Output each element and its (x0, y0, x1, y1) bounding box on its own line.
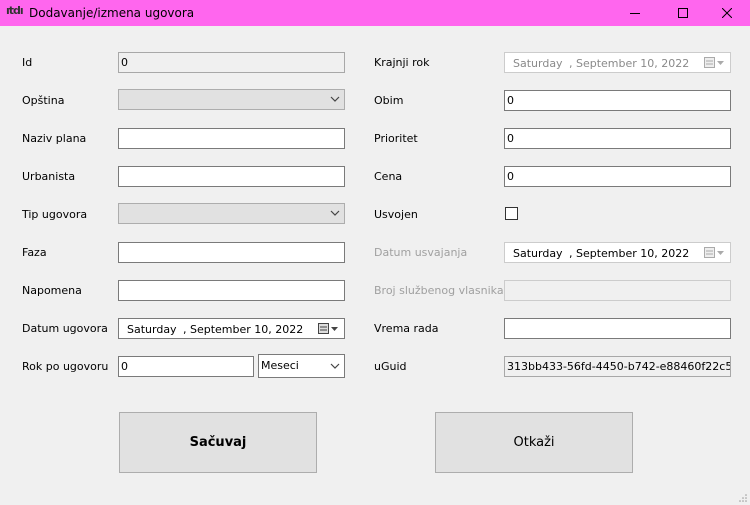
resize-grip-icon[interactable] (738, 493, 748, 503)
naziv-plana-label: Naziv plana (22, 132, 87, 145)
broj-sluzbenog-vlasnika-field[interactable] (504, 280, 731, 301)
calendar-dropdown-icon (704, 57, 724, 68)
rok-po-ugovoru-label: Rok po ugovoru (22, 360, 109, 373)
id-label: Id (22, 56, 33, 69)
datum-ugovora-picker[interactable]: Saturday , September 10, 2022 (118, 318, 345, 339)
calendar-dropdown-icon (318, 323, 338, 334)
chevron-down-icon (330, 96, 340, 102)
datum-usvajanja-picker[interactable]: Saturday , September 10, 2022 (504, 242, 731, 263)
app-icon: ıtdı (6, 4, 24, 17)
opstina-label: Opština (22, 94, 65, 107)
save-button[interactable]: Sačuvaj (119, 412, 317, 473)
rok-po-ugovoru-field[interactable]: 0 (118, 356, 254, 377)
uguid-label: uGuid (374, 360, 407, 373)
naziv-plana-field[interactable] (118, 128, 345, 149)
maximize-button[interactable] (660, 0, 706, 26)
calendar-dropdown-icon (704, 247, 724, 258)
usvojen-label: Usvojen (374, 208, 418, 221)
tip-ugovora-combo[interactable] (118, 203, 345, 224)
window-title: Dodavanje/izmena ugovora (29, 6, 195, 20)
vrema-rada-label: Vrema rada (374, 322, 439, 335)
obim-label: Obim (374, 94, 404, 107)
obim-field[interactable]: 0 (504, 90, 731, 111)
rok-unit-select[interactable]: Meseci (258, 354, 345, 378)
datum-ugovora-date: , September 10, 2022 (183, 323, 304, 336)
prioritet-field[interactable]: 0 (504, 128, 731, 149)
faza-label: Faza (22, 246, 47, 259)
napomena-label: Napomena (22, 284, 82, 297)
minimize-icon (630, 13, 640, 14)
krajnji-rok-label: Krajnji rok (374, 56, 430, 69)
usvojen-checkbox[interactable] (505, 207, 518, 220)
urbanista-label: Urbanista (22, 170, 76, 183)
datum-ugovora-label: Datum ugovora (22, 322, 108, 335)
krajnji-rok-date: , September 10, 2022 (569, 57, 690, 70)
tip-ugovora-label: Tip ugovora (22, 208, 88, 221)
cancel-button[interactable]: Otkaži (435, 412, 633, 473)
vrema-rada-field[interactable] (504, 318, 731, 339)
opstina-combo[interactable] (118, 89, 345, 110)
close-icon (722, 8, 732, 18)
title-bar: ıtdı Dodavanje/izmena ugovora (0, 0, 750, 26)
id-field[interactable]: 0 (118, 52, 345, 73)
prioritet-label: Prioritet (374, 132, 418, 145)
chevron-down-icon (330, 210, 340, 216)
datum-ugovora-day: Saturday (127, 323, 177, 336)
close-button[interactable] (704, 0, 750, 26)
cena-label: Cena (374, 170, 403, 183)
krajnji-rok-picker[interactable]: Saturday , September 10, 2022 (504, 52, 731, 73)
maximize-icon (678, 8, 688, 18)
broj-sluzbenog-vlasnika-label: Broj službenog vlasnika (374, 284, 504, 297)
chevron-down-icon (330, 363, 340, 369)
minimize-button[interactable] (612, 0, 658, 26)
rok-unit-value: Meseci (261, 359, 299, 372)
datum-usvajanja-day: Saturday (513, 247, 563, 260)
faza-field[interactable] (118, 242, 345, 263)
datum-usvajanja-label: Datum usvajanja (374, 246, 468, 259)
urbanista-field[interactable] (118, 166, 345, 187)
krajnji-rok-day: Saturday (513, 57, 563, 70)
napomena-field[interactable] (118, 280, 345, 301)
uguid-field[interactable]: 313bb433-56fd-4450-b742-e88460f22c5d (504, 356, 731, 377)
cena-field[interactable]: 0 (504, 166, 731, 187)
datum-usvajanja-date: , September 10, 2022 (569, 247, 690, 260)
